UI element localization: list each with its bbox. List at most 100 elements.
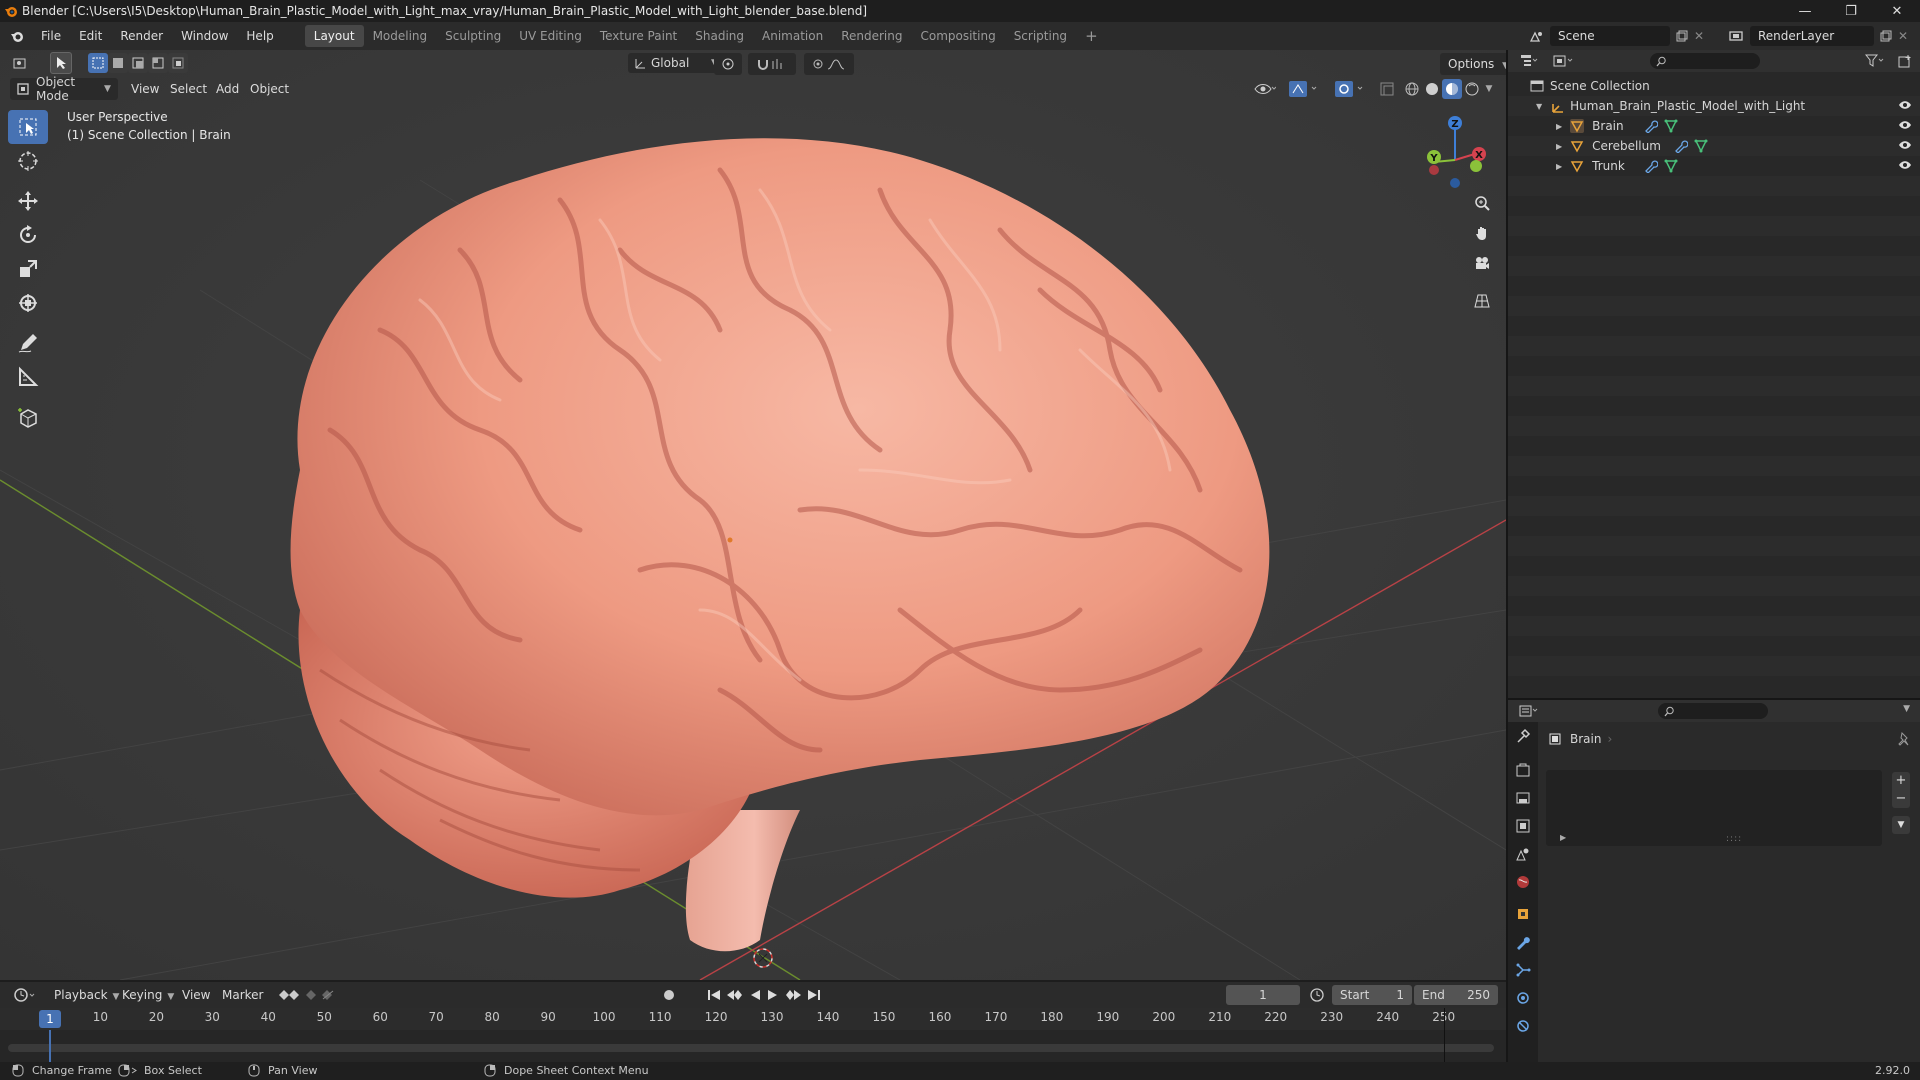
visibility-eye-icon[interactable] — [1898, 99, 1912, 111]
visibility-selectability-icon[interactable] — [1250, 78, 1280, 100]
tab-scripting[interactable]: Scripting — [1005, 25, 1076, 47]
jump-end-icon[interactable] — [806, 988, 822, 1002]
start-frame-field[interactable]: Start 1 — [1332, 985, 1412, 1005]
3d-viewport[interactable]: Global ▼ Options ▼ Object Mode ▼ View Se… — [0, 50, 1506, 980]
add-cube-tool-icon[interactable] — [8, 400, 48, 434]
timeline-view-menu[interactable]: View — [182, 984, 210, 1006]
expand-arrow-icon[interactable]: ▶ — [1556, 122, 1562, 131]
collapse-arrow-icon[interactable]: ▼ — [1536, 102, 1542, 111]
select-new-icon[interactable] — [88, 53, 108, 73]
playhead[interactable]: 1 — [39, 1010, 61, 1028]
view-layer-selector[interactable]: RenderLayer ✕ — [1722, 25, 1918, 47]
tool-settings-tab-icon[interactable] — [1508, 722, 1538, 750]
menu-file[interactable]: File — [32, 29, 70, 43]
view-layer-tab-icon[interactable] — [1508, 812, 1538, 840]
record-icon[interactable] — [658, 984, 680, 1006]
modifier-wrench-icon[interactable] — [1644, 159, 1659, 173]
rotate-tool-icon[interactable] — [8, 218, 48, 252]
jump-keyframe-forward-icon[interactable] — [784, 988, 802, 1002]
playback-menu[interactable]: Playback ▼ — [50, 984, 123, 1006]
close-icon[interactable]: ✕ — [1874, 0, 1920, 22]
view-layer-remove-icon[interactable]: ✕ — [1898, 29, 1908, 43]
axis-gizmo[interactable]: Z Y X — [1420, 110, 1500, 190]
timeline-ruler[interactable]: 10 20 30 40 50 60 70 80 90 100 110 120 130 140 150 160 1… — [0, 1008, 1506, 1030]
transform-tool-icon[interactable] — [8, 286, 48, 320]
outliner-editor-type-icon[interactable] — [1518, 50, 1540, 72]
visibility-eye-icon[interactable] — [1898, 119, 1912, 131]
material-slot-list[interactable]: ▶ :::: — [1546, 770, 1882, 846]
pivot-point-icon[interactable] — [714, 53, 742, 75]
properties-editor-type-icon[interactable] — [1518, 700, 1540, 722]
viewport-menu-view[interactable]: View — [131, 78, 159, 100]
transform-orientation-dropdown[interactable]: Global ▼ — [628, 53, 724, 73]
timeline-track-area[interactable] — [0, 1030, 1506, 1062]
keyframe-insert-icon[interactable] — [305, 989, 321, 1001]
display-mode-icon[interactable] — [1552, 50, 1574, 72]
tab-animation[interactable]: Animation — [753, 25, 832, 47]
play-icon[interactable] — [766, 988, 780, 1002]
particles-tab-icon[interactable] — [1508, 956, 1538, 984]
mesh-data-icon[interactable] — [1694, 139, 1708, 153]
visibility-eye-icon[interactable] — [1898, 139, 1912, 151]
timeline-editor-type-icon[interactable] — [10, 984, 40, 1006]
tab-modeling[interactable]: Modeling — [364, 25, 437, 47]
tab-shading[interactable]: Shading — [686, 25, 753, 47]
xray-toggle-icon[interactable] — [1376, 78, 1398, 100]
minimize-icon[interactable]: — — [1782, 0, 1828, 22]
view-layer-name-field[interactable]: RenderLayer — [1750, 26, 1874, 46]
show-gizmo-icon[interactable] — [1284, 78, 1324, 100]
outliner-object-row[interactable]: ▶ Brain — [1508, 116, 1920, 136]
select-extend-icon[interactable] — [108, 53, 128, 73]
modifier-wrench-icon[interactable] — [1644, 119, 1659, 133]
scene-selector[interactable]: Scene ✕ — [1524, 25, 1734, 47]
physics-tab-icon[interactable] — [1508, 984, 1538, 1012]
scale-tool-icon[interactable] — [8, 252, 48, 286]
keyframe-delete-icon[interactable] — [321, 989, 337, 1001]
viewport-menu-object[interactable]: Object — [250, 78, 289, 100]
menu-window[interactable]: Window — [172, 29, 237, 43]
solid-shading-icon[interactable] — [1422, 79, 1442, 99]
rendered-shading-icon[interactable] — [1462, 79, 1482, 99]
proportional-editing-icon[interactable] — [804, 53, 854, 75]
outliner-scene-collection-row[interactable]: Scene Collection — [1508, 76, 1920, 96]
mesh-data-icon[interactable] — [1664, 119, 1678, 133]
preview-range-clock-icon[interactable] — [1306, 984, 1328, 1006]
menu-help[interactable]: Help — [237, 29, 282, 43]
tab-rendering[interactable]: Rendering — [832, 25, 911, 47]
blender-menu-icon[interactable] — [6, 25, 28, 47]
wireframe-shading-icon[interactable] — [1402, 79, 1422, 99]
pan-hand-icon[interactable] — [1471, 222, 1493, 244]
chevron-down-icon[interactable]: ▼ — [1903, 704, 1910, 714]
keyframe-icon[interactable] — [279, 989, 299, 1001]
properties-search-input[interactable] — [1658, 703, 1768, 719]
editor-type-icon[interactable] — [10, 52, 32, 74]
add-workspace-icon[interactable]: + — [1076, 25, 1107, 47]
keying-menu[interactable]: Keying ▼ — [118, 984, 178, 1006]
play-reverse-icon[interactable] — [748, 988, 762, 1002]
current-frame-field[interactable]: 1 — [1226, 985, 1300, 1005]
render-tab-icon[interactable] — [1508, 756, 1538, 784]
tab-layout[interactable]: Layout — [304, 25, 364, 47]
outliner-object-row[interactable]: ▶ Cerebellum — [1508, 136, 1920, 156]
select-tool-icon[interactable] — [50, 52, 72, 74]
object-tab-icon[interactable] — [1508, 900, 1538, 928]
jump-keyframe-back-icon[interactable] — [726, 988, 744, 1002]
viewport-menu-select[interactable]: Select — [170, 78, 207, 100]
slot-specials-icon[interactable]: ▼ — [1892, 816, 1910, 834]
measure-tool-icon[interactable] — [8, 360, 48, 394]
select-invert-icon[interactable] — [148, 53, 168, 73]
scene-remove-icon[interactable]: ✕ — [1694, 29, 1704, 43]
scene-name-field[interactable]: Scene — [1550, 26, 1670, 46]
camera-view-icon[interactable] — [1471, 252, 1493, 274]
perspective-toggle-icon[interactable] — [1471, 290, 1493, 312]
expand-arrow-icon[interactable]: ▶ — [1556, 162, 1562, 171]
pin-icon[interactable] — [1898, 732, 1910, 746]
constraints-tab-icon[interactable] — [1508, 1012, 1538, 1040]
mesh-data-icon[interactable] — [1664, 159, 1678, 173]
outliner-search-input[interactable] — [1650, 53, 1760, 69]
end-frame-field[interactable]: End 250 — [1414, 985, 1498, 1005]
viewport-menu-add[interactable]: Add — [216, 78, 239, 100]
expand-arrow-icon[interactable]: ▶ — [1560, 833, 1566, 842]
modifier-wrench-icon[interactable] — [1674, 139, 1689, 153]
tab-uv-editing[interactable]: UV Editing — [510, 25, 591, 47]
